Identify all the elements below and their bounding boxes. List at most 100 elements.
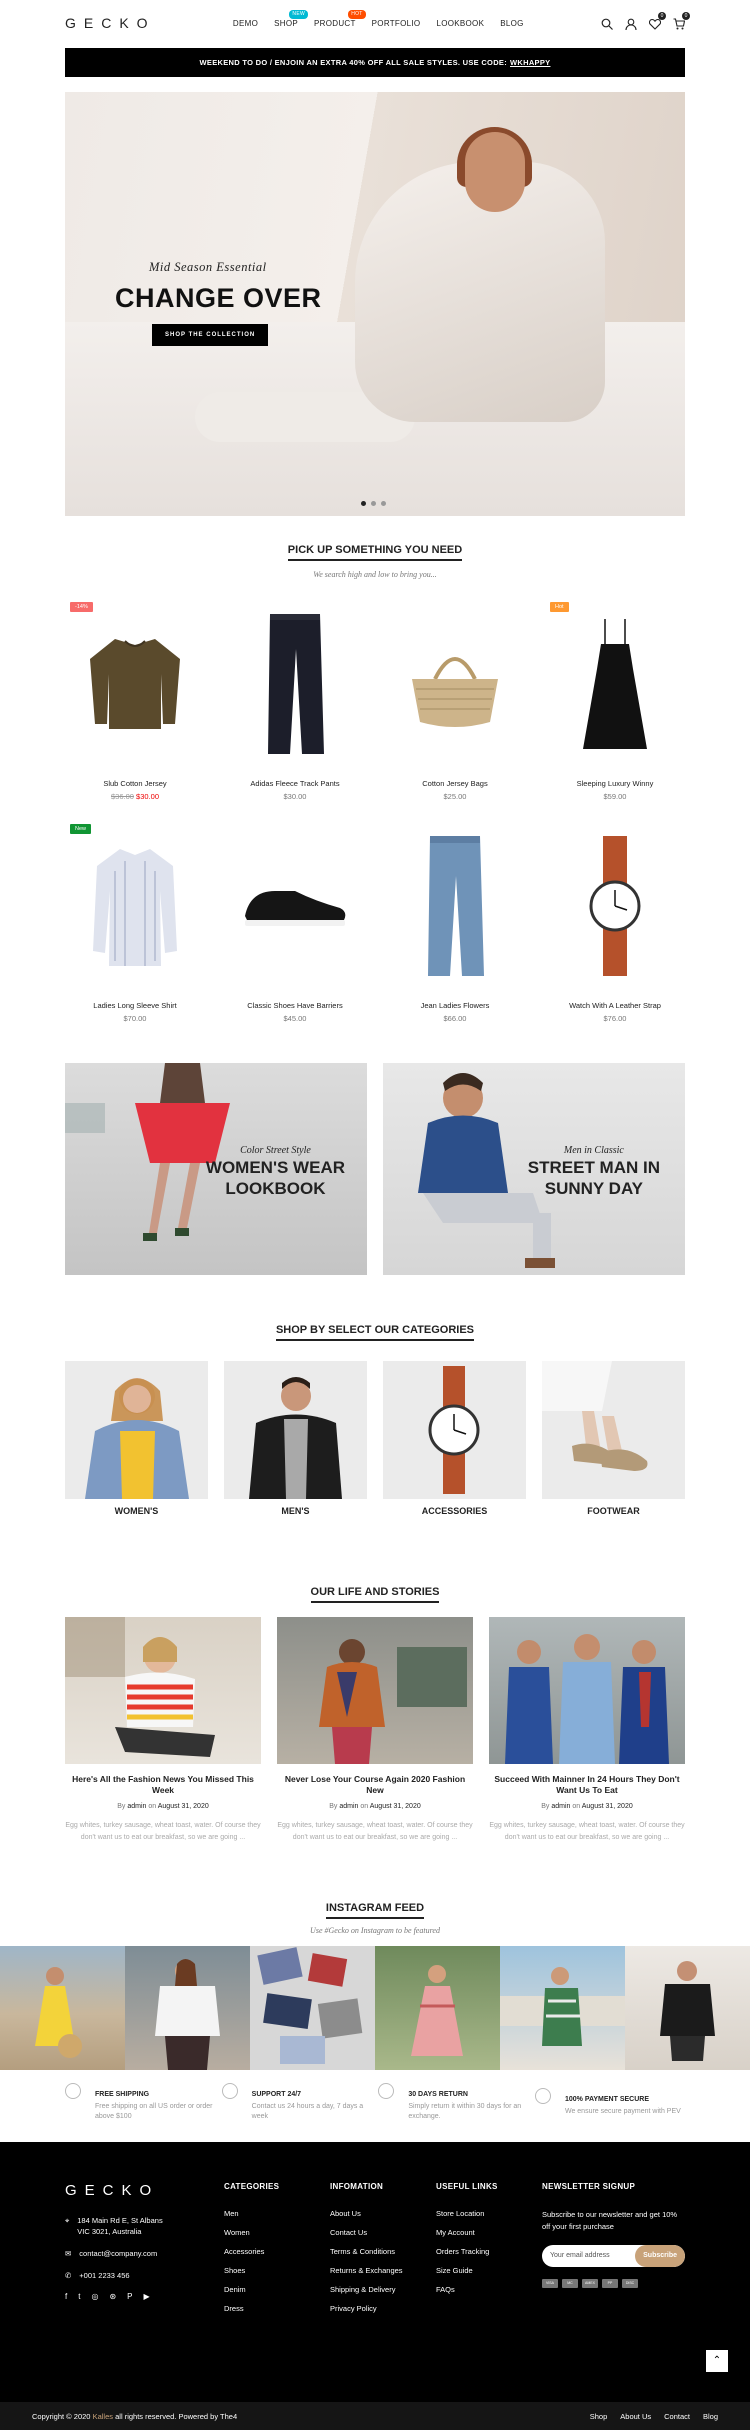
- product-name[interactable]: Slub Cotton Jersey: [65, 779, 205, 788]
- nav-portfolio[interactable]: PORTFOLIO: [372, 19, 421, 28]
- twitter-icon[interactable]: t: [78, 2292, 80, 2301]
- product-name[interactable]: Cotton Jersey Bags: [385, 779, 525, 788]
- product-image[interactable]: Hot: [545, 599, 685, 769]
- bottom-link-blog[interactable]: Blog: [703, 2412, 718, 2421]
- bottom-link-about[interactable]: About Us: [620, 2412, 651, 2421]
- subscribe-button[interactable]: Subscribe: [635, 2245, 685, 2267]
- footer-link[interactable]: Contact Us: [330, 2228, 436, 2237]
- back-to-top-button[interactable]: ⌃: [706, 2350, 728, 2372]
- product-image[interactable]: [225, 821, 365, 991]
- category-name[interactable]: WOMEN'S: [65, 1506, 208, 1516]
- promo-code[interactable]: WKHAPPY: [510, 58, 550, 67]
- blog-title[interactable]: Succeed With Mainner In 24 Hours They Do…: [489, 1774, 685, 1796]
- category-image[interactable]: [383, 1361, 526, 1499]
- footer-link[interactable]: Shoes: [224, 2266, 330, 2275]
- slider-dot-1[interactable]: [361, 501, 366, 506]
- footer-link[interactable]: Shipping & Delivery: [330, 2285, 436, 2294]
- instagram-photo[interactable]: [375, 1946, 500, 2070]
- footer-link[interactable]: Dress: [224, 2304, 330, 2313]
- product-card[interactable]: Hot Sleeping Luxury Winny $59.00: [545, 599, 685, 801]
- product-name[interactable]: Sleeping Luxury Winny: [545, 779, 685, 788]
- bottom-link-shop[interactable]: Shop: [590, 2412, 608, 2421]
- blog-author[interactable]: admin: [551, 1803, 570, 1810]
- product-image[interactable]: [225, 599, 365, 769]
- product-name[interactable]: Ladies Long Sleeve Shirt: [65, 1001, 205, 1010]
- category-name[interactable]: ACCESSORIES: [383, 1506, 526, 1516]
- instagram-photo[interactable]: [625, 1946, 750, 2070]
- nav-shop[interactable]: SHOP NEW: [274, 9, 308, 28]
- newsletter-email-input[interactable]: Your email address: [542, 2245, 635, 2267]
- footer-link[interactable]: My Account: [436, 2228, 542, 2237]
- product-image[interactable]: [385, 821, 525, 991]
- product-card[interactable]: Adidas Fleece Track Pants $30.00: [225, 599, 365, 801]
- category-name[interactable]: MEN'S: [224, 1506, 367, 1516]
- blog-image[interactable]: [65, 1617, 261, 1764]
- footer-link[interactable]: Terms & Conditions: [330, 2247, 436, 2256]
- product-card[interactable]: Cotton Jersey Bags $25.00: [385, 599, 525, 801]
- category-womens[interactable]: WOMEN'S: [65, 1361, 208, 1516]
- shop-collection-button[interactable]: SHOP THE COLLECTION: [152, 324, 269, 346]
- footer-link[interactable]: Privacy Policy: [330, 2304, 436, 2313]
- footer-link[interactable]: Denim: [224, 2285, 330, 2294]
- user-icon[interactable]: [625, 17, 637, 31]
- footer-link[interactable]: Accessories: [224, 2247, 330, 2256]
- dribbble-icon[interactable]: ⊛: [109, 2292, 116, 2301]
- product-card[interactable]: New Ladies Long Sleeve Shirt $70.00: [65, 821, 205, 1023]
- banner-womens-wear[interactable]: Color Street Style WOMEN'S WEAR LOOKBOOK: [65, 1063, 367, 1275]
- product-name[interactable]: Classic Shoes Have Barriers: [225, 1001, 365, 1010]
- blog-image[interactable]: [277, 1617, 473, 1764]
- product-name[interactable]: Jean Ladies Flowers: [385, 1001, 525, 1010]
- category-name[interactable]: FOOTWEAR: [542, 1506, 685, 1516]
- category-image[interactable]: [542, 1361, 685, 1499]
- logo[interactable]: GECKO: [65, 15, 156, 31]
- instagram-photo[interactable]: [125, 1946, 250, 2070]
- category-mens[interactable]: MEN'S: [224, 1361, 367, 1516]
- pinterest-icon[interactable]: P: [127, 2292, 132, 2301]
- product-name[interactable]: Adidas Fleece Track Pants: [225, 779, 365, 788]
- product-image[interactable]: [545, 821, 685, 991]
- search-icon[interactable]: [601, 17, 613, 30]
- blog-title[interactable]: Here's All the Fashion News You Missed T…: [65, 1774, 261, 1796]
- footer-email[interactable]: ✉ contact@company.com: [65, 2248, 224, 2259]
- blog-author[interactable]: admin: [127, 1803, 146, 1810]
- footer-link[interactable]: Returns & Exchanges: [330, 2266, 436, 2275]
- footer-link[interactable]: Women: [224, 2228, 330, 2237]
- footer-link[interactable]: Size Guide: [436, 2266, 542, 2275]
- footer-link[interactable]: Store Location: [436, 2209, 542, 2218]
- product-card[interactable]: -14% Slub Cotton Jersey $36.00 $30.00: [65, 599, 205, 801]
- product-name[interactable]: Watch With A Leather Strap: [545, 1001, 685, 1010]
- blog-image[interactable]: [489, 1617, 685, 1764]
- slider-dot-2[interactable]: [371, 501, 376, 506]
- heart-icon[interactable]: 0: [648, 12, 666, 30]
- nav-product[interactable]: PRODUCT HOT: [314, 9, 366, 28]
- product-image[interactable]: [385, 599, 525, 769]
- footer-phone[interactable]: ✆ +001 2233 456: [65, 2270, 224, 2281]
- youtube-icon[interactable]: ▶: [144, 2292, 150, 2301]
- blog-author[interactable]: admin: [339, 1803, 358, 1810]
- facebook-icon[interactable]: f: [65, 2292, 67, 2301]
- instagram-photo[interactable]: [250, 1946, 375, 2070]
- product-card[interactable]: Classic Shoes Have Barriers $45.00: [225, 821, 365, 1023]
- instagram-photo[interactable]: [0, 1946, 125, 2070]
- footer-link[interactable]: Men: [224, 2209, 330, 2218]
- nav-blog[interactable]: BLOG: [500, 19, 523, 28]
- product-image[interactable]: -14%: [65, 599, 205, 769]
- category-image[interactable]: [65, 1361, 208, 1499]
- nav-demo[interactable]: DEMO: [233, 19, 258, 28]
- footer-link[interactable]: FAQs: [436, 2285, 542, 2294]
- product-card[interactable]: Watch With A Leather Strap $76.00: [545, 821, 685, 1023]
- instagram-photo[interactable]: [500, 1946, 625, 2070]
- footer-link[interactable]: Orders Tracking: [436, 2247, 542, 2256]
- product-image[interactable]: New: [65, 821, 205, 991]
- cart-icon[interactable]: 0: [673, 12, 690, 30]
- product-card[interactable]: Jean Ladies Flowers $66.00: [385, 821, 525, 1023]
- bottom-link-contact[interactable]: Contact: [664, 2412, 690, 2421]
- footer-link[interactable]: About Us: [330, 2209, 436, 2218]
- category-footwear[interactable]: FOOTWEAR: [542, 1361, 685, 1516]
- slider-dot-3[interactable]: [381, 501, 386, 506]
- instagram-icon[interactable]: ◎: [91, 2292, 98, 2301]
- banner-street-man[interactable]: Men in Classic STREET MAN IN SUNNY DAY: [383, 1063, 685, 1275]
- footer-logo[interactable]: GECKO: [65, 2182, 224, 2199]
- category-image[interactable]: [224, 1361, 367, 1499]
- category-accessories[interactable]: ACCESSORIES: [383, 1361, 526, 1516]
